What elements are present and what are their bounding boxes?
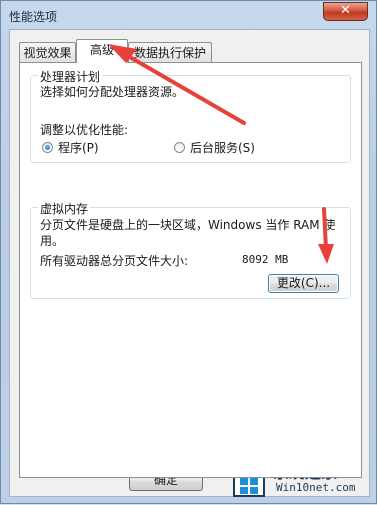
tab-label: 视觉效果 (23, 46, 72, 60)
processor-scheduling-group: 处理器计划 选择如何分配处理器资源。 调整以优化性能: 程序(P) 后台服务(S… (30, 68, 351, 163)
vm-description-line1: 分页文件是硬盘上的一块区域，Windows 当作 RAM 使 (40, 218, 336, 232)
background-services-radio[interactable] (174, 142, 185, 153)
close-button[interactable]: ✕ (323, 2, 368, 21)
advanced-tab-panel: 处理器计划 选择如何分配处理器资源。 调整以优化性能: 程序(P) 后台服务(S… (19, 62, 362, 478)
tab-data-execution-prevention[interactable]: 数据执行保护 (128, 42, 212, 62)
tab-label: 高级 (89, 43, 114, 57)
tab-label: 数据执行保护 (133, 46, 206, 60)
total-paging-file-value: 8092 MB (242, 253, 289, 266)
button-label: 更改(C)... (276, 276, 331, 290)
group-title: 虚拟内存 (38, 200, 91, 217)
virtual-memory-group: 虚拟内存 分页文件是硬盘上的一块区域，Windows 当作 RAM 使 用。 所… (30, 200, 351, 299)
dialog-client-area: 视觉效果 高级 数据执行保护 处理器计划 选择如何分配处理器资源。 调整以优化性… (9, 29, 370, 497)
vm-description-line2: 用。 (40, 234, 65, 248)
group-description: 选择如何分配处理器资源。 (40, 85, 185, 99)
title-bar[interactable]: 性能选项 ✕ (1, 1, 376, 29)
change-button[interactable]: 更改(C)... (268, 274, 339, 293)
tab-advanced[interactable]: 高级 (76, 39, 128, 63)
total-paging-file-label: 所有驱动器总分页文件大小: (40, 254, 189, 268)
watermark-url: Win10net.com (276, 481, 356, 494)
window-title: 性能选项 (9, 10, 58, 24)
adjust-label: 调整以优化性能: (40, 123, 129, 137)
close-icon: ✕ (340, 3, 351, 18)
tab-visual-effects[interactable]: 视觉效果 (19, 42, 76, 62)
background-services-radio-label[interactable]: 后台服务(S) (190, 139, 255, 156)
programs-radio-label[interactable]: 程序(P) (58, 139, 99, 156)
performance-options-window: 性能选项 ✕ 视觉效果 高级 数据执行保护 处理器计划 选择如何分配处理器资源。… (0, 0, 377, 504)
programs-radio[interactable] (42, 142, 53, 153)
